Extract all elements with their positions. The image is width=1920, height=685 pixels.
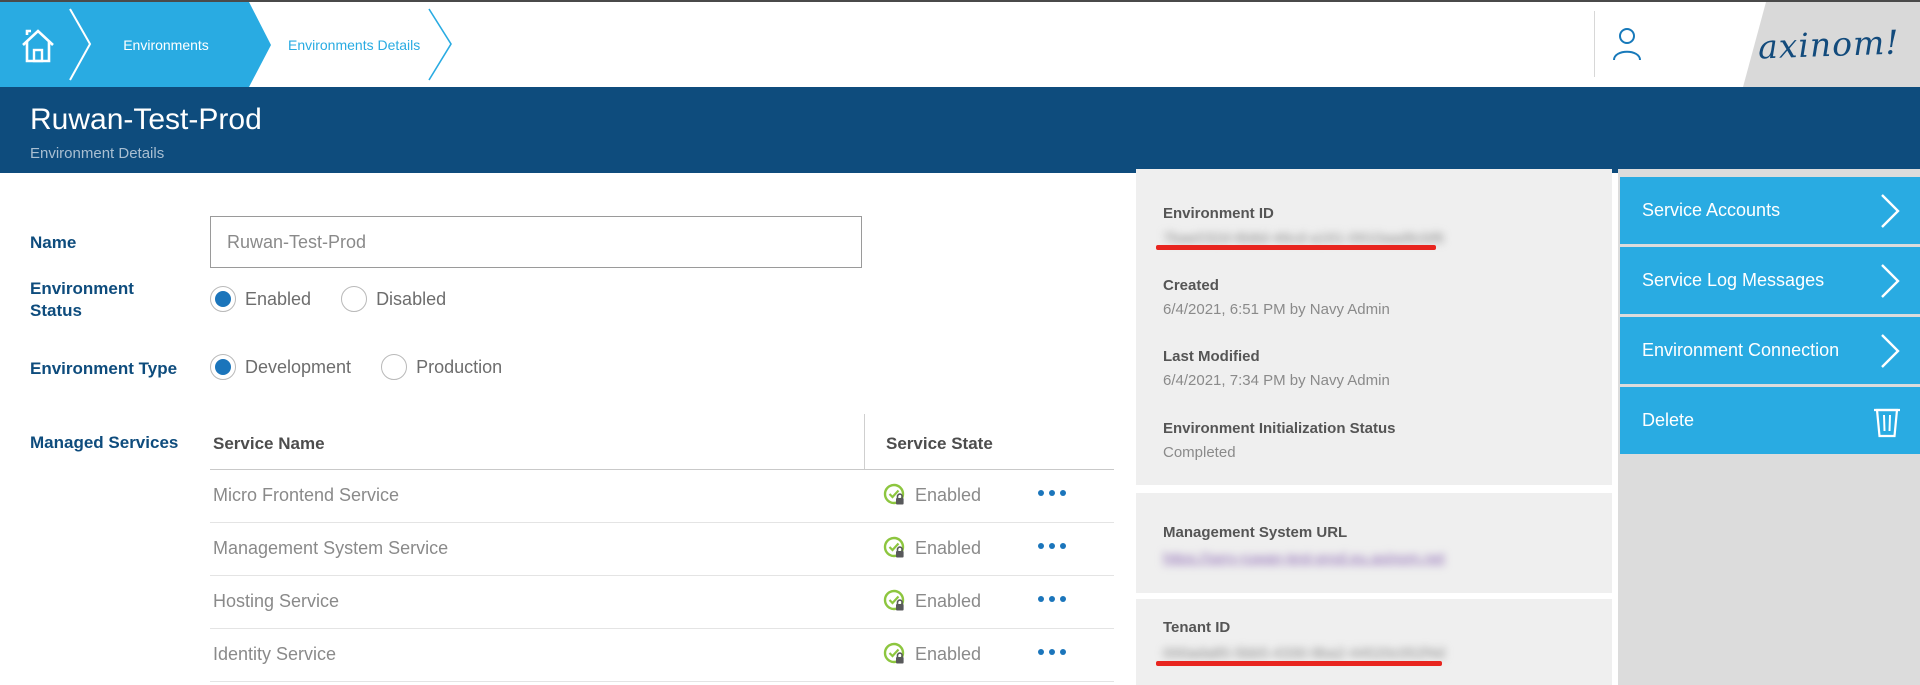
environment-status-radio-row: Enabled Disabled — [210, 286, 476, 312]
topbar-divider — [1594, 11, 1595, 77]
page-subtitle: Environment Details — [30, 145, 164, 162]
breadcrumb-separator-chevron — [66, 2, 96, 87]
environment-status-label: Environment Status — [30, 278, 190, 322]
environment-type-label: Environment Type — [30, 358, 190, 380]
radio-option-label: Disabled — [376, 289, 446, 310]
radio-button-unselected[interactable] — [381, 354, 407, 380]
enabled-lock-status-icon — [883, 589, 907, 613]
action-button-label: Service Accounts — [1642, 200, 1780, 221]
user-profile-button[interactable] — [1610, 26, 1644, 67]
table-row: Identity Service Enabled — [210, 629, 1114, 682]
column-header-service-name: Service Name — [213, 434, 325, 454]
service-state-cell: Enabled — [883, 483, 981, 507]
row-divider — [210, 681, 1114, 682]
radio-button-selected[interactable] — [210, 286, 236, 312]
radio-option-production[interactable]: Production — [381, 354, 502, 380]
service-state-cell: Enabled — [883, 536, 981, 560]
enabled-lock-status-icon — [883, 642, 907, 666]
environment-initialization-status-value: Completed — [1163, 444, 1236, 461]
table-row: Micro Frontend Service Enabled — [210, 470, 1114, 523]
row-actions-ellipsis-icon[interactable] — [1038, 543, 1066, 549]
tenant-id-label: Tenant ID — [1163, 619, 1230, 636]
radio-option-label: Enabled — [245, 289, 311, 310]
service-name-cell: Hosting Service — [213, 591, 339, 612]
service-name-cell: Micro Frontend Service — [213, 485, 399, 506]
chevron-right-icon — [1878, 191, 1902, 231]
managed-services-label: Managed Services — [30, 432, 210, 454]
page-title: Ruwan-Test-Prod — [30, 103, 262, 137]
service-state-text: Enabled — [915, 538, 981, 559]
red-underline-annotation — [1156, 661, 1442, 666]
breadcrumb-item-environments-details[interactable]: Environments Details — [288, 2, 420, 87]
action-button-label: Service Log Messages — [1642, 270, 1824, 291]
managed-services-table: Service Name Service State Micro Fronten… — [210, 410, 1114, 685]
top-navigation-bar: Environments Environments Details axinom… — [0, 2, 1920, 87]
service-log-messages-button[interactable]: Service Log Messages — [1620, 247, 1920, 314]
service-name-cell: Identity Service — [213, 644, 336, 665]
row-actions-ellipsis-icon[interactable] — [1038, 596, 1066, 602]
service-state-text: Enabled — [915, 591, 981, 612]
breadcrumb-item-label: Environments Details — [288, 37, 420, 53]
last-modified-label: Last Modified — [1163, 348, 1260, 365]
table-row: Hosting Service Enabled — [210, 576, 1114, 629]
row-actions-ellipsis-icon[interactable] — [1038, 490, 1066, 496]
axinom-logo: axinom! — [1758, 23, 1901, 67]
management-system-url-link[interactable]: https://serv-ruwan-test-prod.eu.axinom.n… — [1163, 550, 1445, 567]
radio-option-development[interactable]: Development — [210, 354, 351, 380]
breadcrumb-item-environments[interactable]: Environments — [96, 2, 236, 87]
breadcrumb-end-chevron — [424, 2, 458, 87]
radio-button-selected[interactable] — [210, 354, 236, 380]
details-panel-tenant: Tenant ID 000ada85-5bb5-4330-9ba2-44520c… — [1136, 599, 1612, 685]
column-divider — [864, 414, 865, 469]
radio-button-unselected[interactable] — [341, 286, 367, 312]
service-state-text: Enabled — [915, 644, 981, 665]
environment-initialization-status-label: Environment Initialization Status — [1163, 420, 1396, 437]
chevron-right-icon — [1878, 261, 1902, 301]
action-button-label: Delete — [1642, 410, 1694, 431]
last-modified-value: 6/4/2021, 7:34 PM by Navy Admin — [1163, 372, 1390, 389]
service-accounts-button[interactable]: Service Accounts — [1620, 177, 1920, 244]
radio-option-label: Production — [416, 357, 502, 378]
breadcrumb-item-label: Environments — [123, 37, 209, 53]
environment-details-page: Environments Environments Details axinom… — [0, 0, 1920, 685]
breadcrumb-home[interactable] — [20, 25, 56, 70]
management-system-url-label: Management System URL — [1163, 524, 1347, 541]
name-field-label: Name — [30, 232, 190, 254]
service-state-text: Enabled — [915, 485, 981, 506]
environment-id-label: Environment ID — [1163, 205, 1274, 222]
column-header-service-state: Service State — [886, 434, 993, 454]
brand-logo-area: axinom! — [1738, 2, 1920, 87]
chevron-right-icon — [1878, 331, 1902, 371]
name-input[interactable] — [210, 216, 862, 268]
home-icon — [20, 25, 56, 65]
row-actions-ellipsis-icon[interactable] — [1038, 649, 1066, 655]
action-button-label: Environment Connection — [1642, 340, 1839, 361]
created-label: Created — [1163, 277, 1219, 294]
created-value: 6/4/2021, 6:51 PM by Navy Admin — [1163, 301, 1390, 318]
radio-option-enabled[interactable]: Enabled — [210, 286, 311, 312]
enabled-lock-status-icon — [883, 483, 907, 507]
service-name-cell: Management System Service — [213, 538, 448, 559]
details-panel-main: Environment ID 7bae032d-6b8d-46cd-a161-0… — [1136, 169, 1612, 485]
radio-option-disabled[interactable]: Disabled — [341, 286, 446, 312]
environment-connection-button[interactable]: Environment Connection — [1620, 317, 1920, 384]
breadcrumb-arrow-tip — [249, 2, 271, 87]
red-underline-annotation — [1156, 245, 1436, 250]
delete-button[interactable]: Delete — [1620, 387, 1920, 454]
trash-icon — [1872, 404, 1902, 438]
radio-option-label: Development — [245, 357, 351, 378]
user-icon — [1610, 26, 1644, 62]
environment-type-radio-row: Development Production — [210, 354, 532, 380]
details-panel-url: Management System URL https://serv-ruwan… — [1136, 493, 1612, 593]
page-header: Ruwan-Test-Prod Environment Details — [0, 87, 1920, 173]
enabled-lock-status-icon — [883, 536, 907, 560]
tenant-id-value: 000ada85-5bb5-4330-9ba2-44520c052f4d — [1163, 645, 1445, 662]
table-row: Management System Service Enabled — [210, 523, 1114, 576]
service-state-cell: Enabled — [883, 642, 981, 666]
service-state-cell: Enabled — [883, 589, 981, 613]
